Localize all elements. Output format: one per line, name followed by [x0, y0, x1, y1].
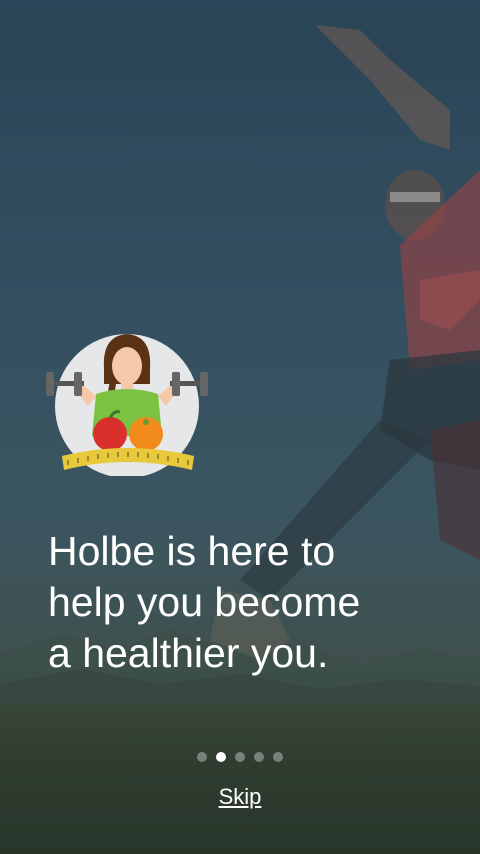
headline-line-2: help you become	[48, 579, 361, 625]
page-indicator	[0, 752, 480, 762]
page-dot-3[interactable]	[235, 752, 245, 762]
page-dot-5[interactable]	[273, 752, 283, 762]
page-dot-1[interactable]	[197, 752, 207, 762]
holbe-fitness-logo	[46, 334, 208, 476]
headline-line-3: a healthier you.	[48, 630, 329, 676]
page-dot-2[interactable]	[216, 752, 226, 762]
headline-line-1: Holbe is here to	[48, 528, 336, 574]
page-dot-4[interactable]	[254, 752, 264, 762]
onboarding-headline: Holbe is here to help you become a healt…	[48, 526, 448, 679]
skip-link[interactable]: Skip	[0, 784, 480, 810]
onboarding-screen: Holbe is here to help you become a healt…	[0, 0, 480, 854]
